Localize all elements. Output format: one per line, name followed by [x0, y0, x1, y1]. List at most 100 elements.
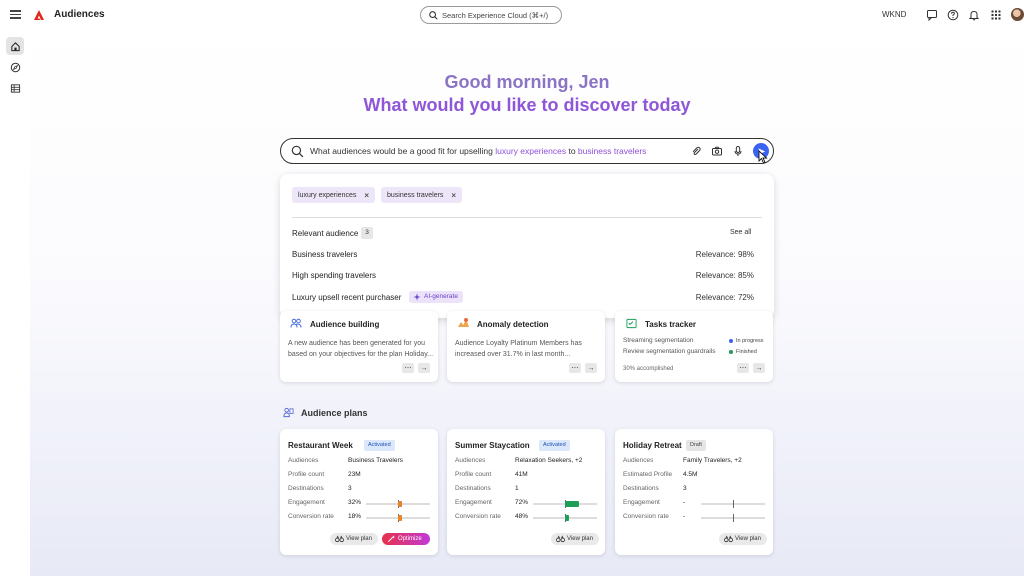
microphone-icon[interactable] [732, 145, 744, 157]
task-status-label: Finished [736, 349, 757, 355]
adobe-logo-icon[interactable] [33, 9, 45, 21]
conversion-bar [533, 514, 597, 522]
open-arrow-button[interactable]: → [753, 363, 765, 373]
plan-field-value: 23M [348, 471, 361, 478]
user-avatar[interactable] [1011, 8, 1024, 21]
plan-field-label: Engagement [288, 499, 325, 506]
more-options-button[interactable]: ⋯ [737, 363, 749, 373]
plan-field-value: 41M [515, 471, 528, 478]
view-plan-label: View plan [346, 536, 372, 542]
audience-name: Luxury upsell recent purchaser [292, 293, 402, 302]
app-title: Audiences [54, 9, 105, 20]
bar-fill [398, 501, 403, 507]
task-name: Review segmentation guardrails [623, 348, 716, 355]
hamburger-menu-icon[interactable] [10, 8, 21, 22]
search-icon [291, 145, 304, 158]
insight-card-audience-building[interactable]: Audience building A new audience has bee… [280, 311, 438, 382]
card-title: Audience building [310, 320, 380, 329]
home-icon [10, 41, 20, 51]
search-icon [429, 10, 438, 20]
plan-field-label: Destinations [288, 485, 324, 492]
plan-field-value: Family Travelers, +2 [683, 457, 742, 464]
greeting-title: Good morning, Jen [444, 72, 610, 92]
binoculars-icon [724, 535, 733, 543]
plan-field-label: Audiences [288, 457, 319, 464]
notifications-bell-icon[interactable] [968, 9, 980, 21]
mouse-cursor-icon [758, 150, 768, 164]
see-all-link[interactable]: See all [730, 229, 751, 236]
experience-cloud-search[interactable]: Search Experience Cloud (⌘+/) [420, 6, 562, 24]
card-description: Audience Loyalty Platinum Members has inc… [455, 338, 603, 360]
dropdown-divider [292, 217, 762, 218]
audience-plan-card[interactable]: Restaurant Week Activated Audiences Busines… [280, 429, 438, 555]
bar-fill [565, 501, 580, 507]
open-arrow-button[interactable]: → [585, 363, 597, 373]
relevance-value: Relevance: 72% [695, 293, 754, 302]
camera-icon[interactable] [711, 145, 723, 157]
plan-field-label: Conversion rate [455, 513, 501, 520]
org-switcher[interactable]: WKND [882, 10, 906, 19]
bar-fill [398, 515, 402, 521]
more-options-button[interactable]: ⋯ [569, 363, 581, 373]
plan-status-badge: Activated [364, 440, 395, 451]
plan-field-label: Engagement [623, 499, 660, 506]
optimize-button[interactable]: Optimize [382, 533, 430, 545]
optimize-label: Optimize [398, 536, 422, 542]
app-grid-icon[interactable] [990, 9, 1002, 21]
prompt-highlight-luxury: luxury experiences [495, 146, 567, 156]
audience-plan-card[interactable]: Holiday Retreat Draft Audiences Family Trav… [615, 429, 773, 555]
more-options-button[interactable]: ⋯ [402, 363, 414, 373]
greeting-subtitle: What would you like to discover today [363, 95, 691, 115]
top-bar: Audiences Search Experience Cloud (⌘+/) … [0, 0, 1024, 30]
plan-field-label: Conversion rate [623, 513, 669, 520]
view-plan-button[interactable]: View plan [551, 533, 599, 545]
suggestions-dropdown: luxury experiences × business travelers × … [280, 174, 774, 318]
chip-luxury-experiences[interactable]: luxury experiences × [292, 187, 376, 203]
card-title: Anomaly detection [477, 320, 549, 329]
chip-remove-icon[interactable]: × [364, 191, 369, 200]
relevant-audience-row[interactable]: High spending travelers Relevance: 85% [292, 269, 762, 285]
view-plan-button[interactable]: View plan [330, 533, 378, 545]
plan-field-value: 3 [348, 485, 352, 492]
view-plan-button[interactable]: View plan [719, 533, 767, 545]
plan-field-value: 4.5M [683, 471, 698, 478]
sparkle-icon [413, 293, 421, 301]
relevant-audience-row[interactable]: Luxury upsell recent purchaser AI-genera… [292, 291, 762, 307]
audience-plans-icon [283, 407, 294, 418]
chip-business-travelers[interactable]: business travelers × [381, 187, 463, 203]
plan-field-label: Destinations [623, 485, 659, 492]
tasks-checklist-icon [626, 318, 637, 329]
ai-prompt-input[interactable]: What audiences would be a good fit for u… [280, 138, 774, 164]
ai-generate-label: AI-generate [424, 293, 458, 300]
open-arrow-button[interactable]: → [418, 363, 430, 373]
card-description-line: A new audience has been generated for yo… [288, 340, 425, 347]
bar-fill [565, 515, 569, 521]
rail-home-button[interactable] [6, 37, 24, 55]
paperclip-icon[interactable] [690, 145, 702, 157]
prompt-highlight-business: business travelers [577, 146, 647, 156]
audience-name: High spending travelers [292, 271, 377, 280]
plan-field-label: Conversion rate [288, 513, 334, 520]
relevant-audience-row[interactable]: Business travelers Relevance: 98% [292, 248, 762, 264]
plan-field-value: 72% [515, 499, 529, 506]
plan-field-value: 18% [348, 513, 362, 520]
search-placeholder: Search Experience Cloud (⌘+/) [442, 10, 549, 20]
plan-field-label: Audiences [623, 457, 654, 464]
insight-card-tasks-tracker[interactable]: Tasks tracker Streaming segmentation In … [615, 311, 773, 382]
tasks-progress-text: 30% accomplished [623, 366, 674, 372]
binoculars-icon [335, 535, 344, 543]
conversion-bar [701, 514, 765, 522]
insight-card-anomaly-detection[interactable]: Anomaly detection Audience Loyalty Plati… [447, 311, 605, 382]
task-status-label: In progress [736, 338, 764, 344]
plan-field-label: Engagement [455, 499, 492, 506]
prompt-text-mid: to [566, 146, 578, 156]
bar-midpoint-marker [733, 500, 734, 508]
plan-field-value: - [683, 499, 686, 506]
plan-field-value: 1 [515, 485, 519, 492]
chip-remove-icon[interactable]: × [451, 191, 456, 200]
audience-name: Business travelers [292, 250, 358, 259]
audience-plan-card[interactable]: Summer Staycation Activated Audiences Relax… [447, 429, 605, 555]
feedback-icon[interactable] [926, 9, 938, 21]
card-description-line: based on your objectives for the plan Ho… [288, 351, 434, 358]
help-icon[interactable] [947, 9, 959, 21]
